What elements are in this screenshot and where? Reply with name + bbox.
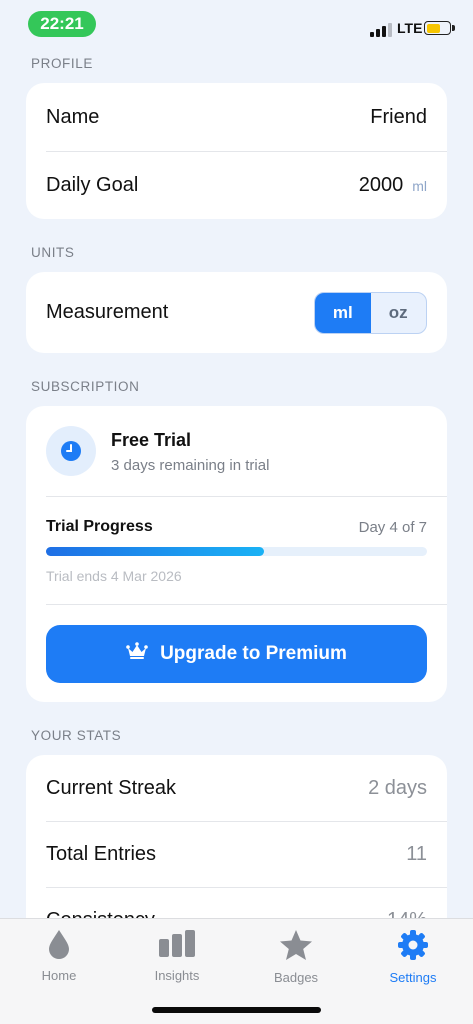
trial-progress-fill bbox=[46, 547, 264, 556]
stat-row-streak: Current Streak 2 days bbox=[46, 755, 427, 821]
tab-settings[interactable]: Settings bbox=[363, 929, 463, 985]
measurement-label: Measurement bbox=[46, 301, 169, 323]
upgrade-premium-button[interactable]: Upgrade to Premium bbox=[46, 625, 427, 683]
section-label-units: UNITS bbox=[31, 245, 75, 260]
home-indicator bbox=[152, 1007, 321, 1013]
tab-label: Settings bbox=[389, 970, 437, 985]
daily-goal-label: Daily Goal bbox=[46, 173, 139, 196]
subscription-card: Free Trial 3 days remaining in trial Tri… bbox=[26, 406, 447, 702]
drop-icon bbox=[48, 929, 70, 962]
name-label: Name bbox=[46, 105, 100, 128]
profile-card: Name Friend Daily Goal 2000 ml bbox=[26, 83, 447, 219]
name-row[interactable]: Name Friend bbox=[46, 83, 427, 151]
unit-option-oz[interactable]: oz bbox=[371, 293, 427, 333]
clock-icon bbox=[46, 426, 96, 476]
daily-goal-unit: ml bbox=[412, 177, 427, 194]
trial-progress-title: Trial Progress bbox=[46, 518, 153, 535]
stat-row-entries: Total Entries 11 bbox=[46, 821, 427, 887]
stat-label: Total Entries bbox=[46, 842, 157, 865]
trial-progress-bar bbox=[46, 547, 427, 556]
section-label-profile: PROFILE bbox=[31, 56, 93, 71]
trial-progress-day: Day 4 of 7 bbox=[358, 519, 427, 536]
unit-segmented-control[interactable]: ml oz bbox=[314, 291, 427, 334]
daily-goal-value: 2000 bbox=[358, 173, 404, 196]
daily-goal-row[interactable]: Daily Goal 2000 ml bbox=[46, 151, 427, 219]
network-label: LTE bbox=[397, 20, 423, 36]
gear-icon bbox=[397, 929, 429, 964]
name-value: Friend bbox=[370, 105, 427, 128]
stat-value: 11 bbox=[406, 842, 427, 865]
section-label-stats: YOUR STATS bbox=[31, 728, 122, 743]
tab-label: Badges bbox=[273, 970, 319, 985]
tab-label: Home bbox=[41, 968, 77, 983]
tab-badges[interactable]: Badges bbox=[246, 929, 346, 985]
units-card: Measurement ml oz bbox=[26, 272, 447, 353]
stat-label: Current Streak bbox=[46, 776, 177, 799]
bar-chart-icon bbox=[158, 929, 196, 962]
upgrade-button-label: Upgrade to Premium bbox=[160, 643, 347, 664]
plan-subtitle: 3 days remaining in trial bbox=[111, 457, 270, 474]
status-time: 22:21 bbox=[28, 11, 96, 37]
unit-option-ml[interactable]: ml bbox=[315, 292, 371, 333]
section-label-subscription: SUBSCRIPTION bbox=[31, 379, 140, 394]
trial-ends-text: Trial ends 4 Mar 2026 bbox=[46, 568, 182, 584]
status-bar: 22:21 LTE bbox=[0, 0, 473, 50]
tab-home[interactable]: Home bbox=[9, 929, 109, 983]
divider bbox=[46, 496, 447, 497]
battery-icon bbox=[424, 21, 455, 35]
measurement-row: Measurement ml oz bbox=[46, 272, 427, 353]
divider bbox=[46, 604, 447, 605]
tab-insights[interactable]: Insights bbox=[127, 929, 227, 983]
plan-title: Free Trial bbox=[111, 430, 192, 450]
stat-value: 2 days bbox=[368, 776, 427, 799]
star-icon bbox=[279, 929, 313, 964]
tab-label: Insights bbox=[154, 968, 200, 983]
cellular-signal-icon bbox=[370, 23, 392, 37]
crown-icon bbox=[126, 642, 148, 666]
